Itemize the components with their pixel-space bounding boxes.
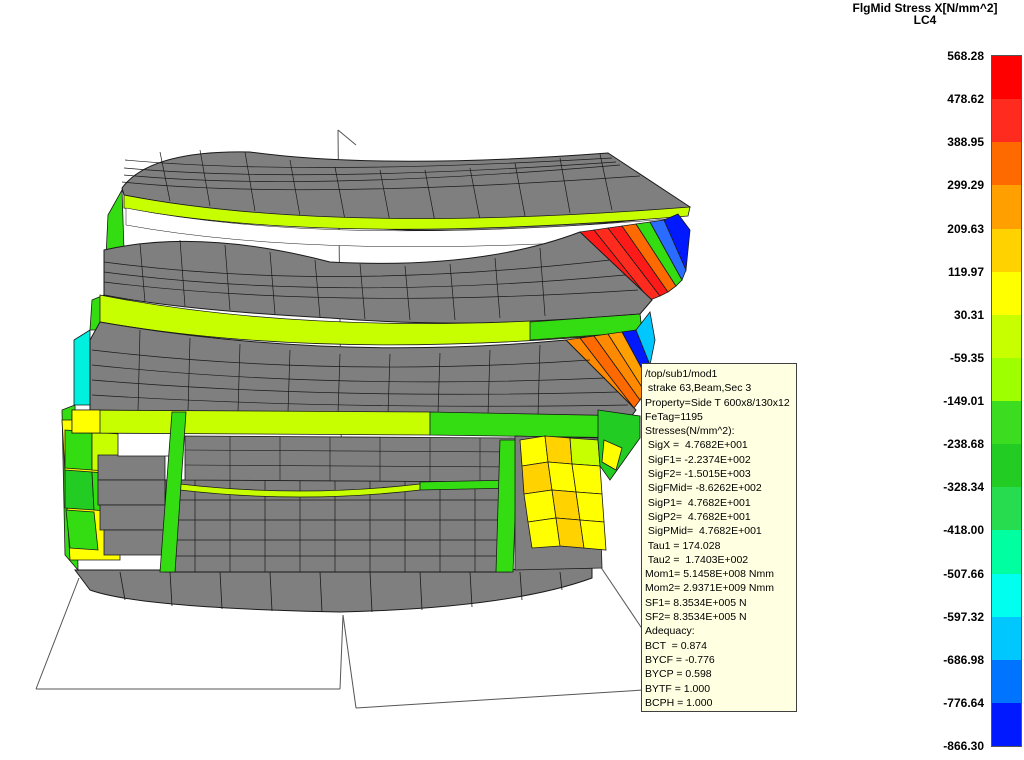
upper-deck[interactable] bbox=[121, 149, 691, 232]
info-line: SigP2= 4.7682E+001 bbox=[645, 510, 751, 523]
third-deck-edge-yellow-left bbox=[71, 409, 101, 434]
model-viewport[interactable] bbox=[0, 0, 1024, 760]
legend-labels: 568.28 478.62 388.95 299.29 209.63 119.97 30.3… bbox=[900, 0, 984, 760]
hold-floor-plating bbox=[184, 435, 516, 483]
bbox-line bbox=[35, 577, 80, 690]
info-line: Stresses(N/mm^2): bbox=[645, 425, 735, 438]
legend-swatch bbox=[992, 616, 1021, 660]
legend-label: -149.01 bbox=[943, 394, 984, 408]
legend-swatch bbox=[992, 659, 1021, 703]
info-line: SigP1= 4.7682E+001 bbox=[645, 496, 751, 509]
legend-label: 299.29 bbox=[947, 178, 984, 193]
legend-label: 388.95 bbox=[947, 135, 984, 150]
legend-swatch bbox=[992, 702, 1021, 746]
legend-swatch bbox=[992, 530, 1021, 574]
legend-swatch bbox=[992, 271, 1021, 315]
legend-label: -328.34 bbox=[943, 480, 984, 495]
info-line: Tau1 = 174.028 bbox=[645, 539, 721, 552]
legend-label: -418.00 bbox=[943, 523, 984, 538]
info-line: SigF1= -2.2374E+002 bbox=[645, 453, 751, 466]
legend-swatch bbox=[992, 444, 1021, 488]
info-line: Tau2 = 1.7403E+002 bbox=[645, 553, 749, 566]
legend-swatch bbox=[992, 357, 1021, 401]
info-line: Mom2= 2.9371E+009 Nmm bbox=[645, 582, 774, 595]
bbox-line bbox=[355, 689, 644, 709]
legend-swatch bbox=[992, 401, 1021, 445]
bbox-line bbox=[595, 559, 644, 631]
info-line: BCPH = 1.000 bbox=[645, 696, 713, 709]
bottom-hull[interactable] bbox=[74, 567, 593, 613]
legend-label: -59.35 bbox=[949, 350, 984, 365]
element-info-tooltip: /top/sub1/mod1 strake 63,Beam,Sec 3 Prope… bbox=[641, 363, 797, 712]
legend-swatch bbox=[992, 142, 1021, 186]
legend-label: 568.28 bbox=[947, 49, 984, 63]
bbox-line bbox=[339, 614, 344, 690]
info-line: strake 63,Beam,Sec 3 bbox=[645, 382, 752, 395]
info-line: FeTag=1195 bbox=[645, 410, 703, 423]
bbox-line bbox=[342, 614, 357, 709]
legend-swatch bbox=[992, 228, 1021, 272]
legend-swatch bbox=[992, 487, 1021, 531]
legend-label: -597.32 bbox=[943, 609, 984, 624]
info-line: Adequacy: bbox=[645, 625, 695, 638]
legend-label: 30.31 bbox=[953, 307, 984, 322]
info-line: SigX = 4.7682E+001 bbox=[645, 439, 748, 452]
info-line: SF1= 8.3534E+005 N bbox=[645, 596, 747, 609]
info-line: Property=Side T 600x8/130x12 bbox=[645, 396, 790, 409]
info-line: SF2= 8.3534E+005 N bbox=[645, 611, 747, 624]
legend-label: -686.98 bbox=[943, 652, 984, 667]
left-shell-cyan bbox=[73, 329, 91, 406]
bbox-line bbox=[337, 129, 357, 146]
info-line: BYTF = 1.000 bbox=[645, 682, 711, 695]
legend-swatch bbox=[992, 56, 1021, 100]
legend-label: -866.30 bbox=[943, 739, 984, 753]
third-deck-edge-lime bbox=[71, 409, 431, 436]
legend-label: -776.64 bbox=[943, 695, 984, 710]
legend-swatch bbox=[992, 99, 1021, 143]
legend-label: -507.66 bbox=[943, 566, 984, 581]
bottom-plating bbox=[74, 567, 593, 613]
info-line: SigF2= -1.5015E+003 bbox=[645, 468, 751, 481]
legend-label: 119.97 bbox=[947, 264, 984, 279]
legend-label: -238.68 bbox=[943, 437, 984, 452]
info-line: SigPMid= 4.7682E+001 bbox=[645, 525, 762, 538]
legend-color-bar bbox=[991, 55, 1022, 747]
legend-swatch bbox=[992, 314, 1021, 358]
legend-label: 478.62 bbox=[947, 92, 984, 107]
info-line: Mom1= 5.1458E+008 Nmm bbox=[645, 568, 774, 581]
info-line: /top/sub1/mod1 bbox=[645, 368, 718, 380]
legend-label: 209.63 bbox=[947, 221, 984, 236]
left-white-gap bbox=[117, 431, 173, 457]
info-line: BYCP = 0.598 bbox=[645, 668, 712, 681]
info-line: BYCF = -0.776 bbox=[645, 653, 715, 666]
legend-swatch bbox=[992, 573, 1021, 617]
info-line: SigFMid= -8.6262E+002 bbox=[645, 482, 762, 495]
second-deck[interactable] bbox=[99, 231, 653, 346]
legend-swatch bbox=[992, 185, 1021, 229]
info-line: BCT = 0.874 bbox=[645, 639, 707, 652]
